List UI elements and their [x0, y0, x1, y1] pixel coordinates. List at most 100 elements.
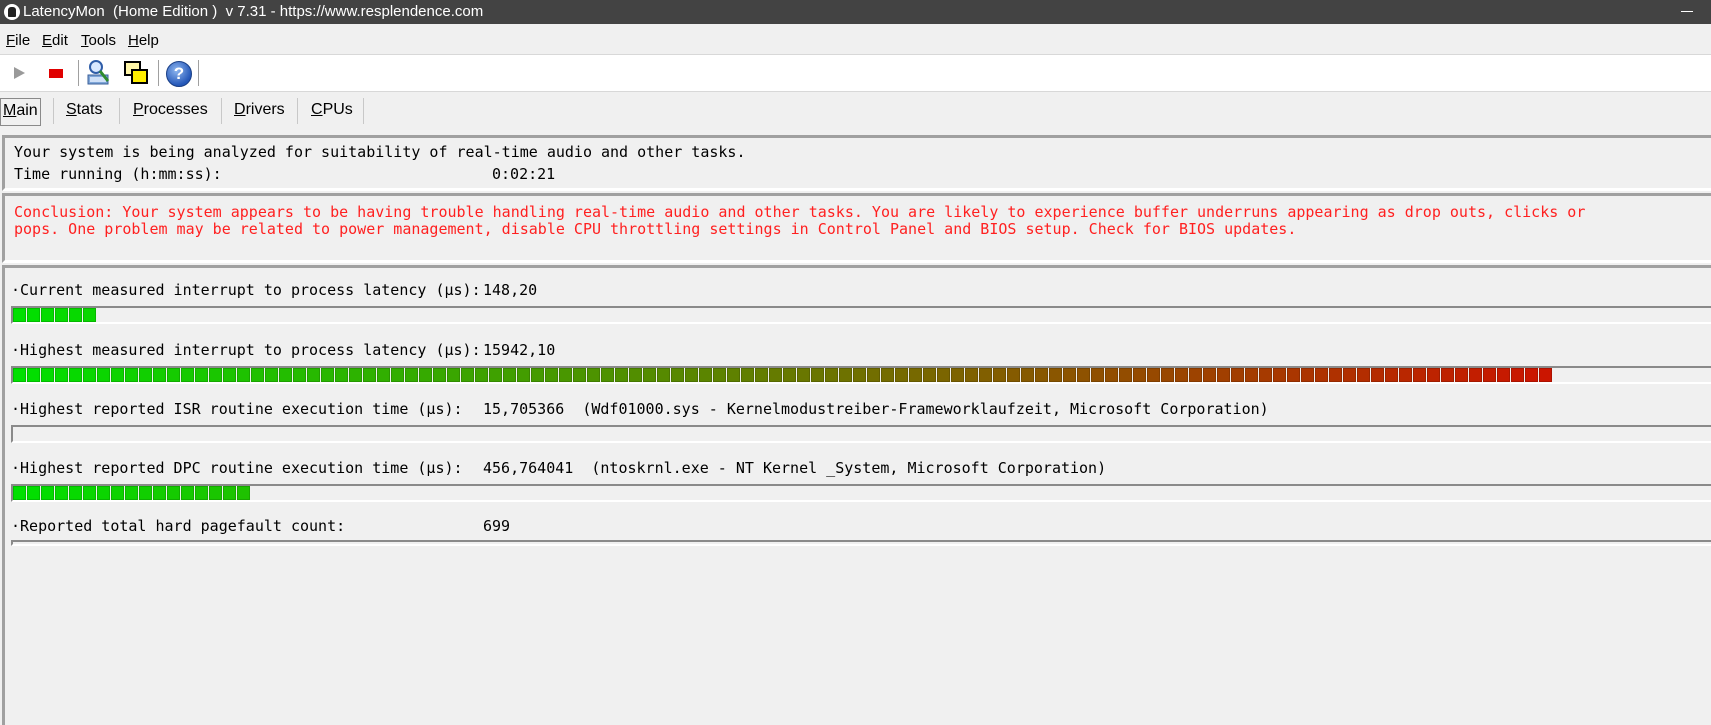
bar-segment — [41, 308, 54, 322]
bar-segment — [1147, 368, 1160, 382]
bar-segment — [685, 368, 698, 382]
conclusion-line: Conclusion: Your system appears to be ha… — [14, 203, 1586, 221]
play-icon[interactable] — [14, 67, 25, 79]
windows-icon[interactable] — [122, 59, 150, 87]
help-icon[interactable]: ? — [166, 61, 192, 87]
bar-segment — [909, 368, 922, 382]
bar-segment — [895, 368, 908, 382]
tab-drivers[interactable]: Drivers — [234, 98, 285, 124]
bar-segment — [321, 368, 334, 382]
bar-segment — [55, 486, 68, 500]
bar-segment — [1483, 368, 1496, 382]
bar-segment — [1091, 368, 1104, 382]
toolbar-separator — [78, 60, 82, 86]
bar-segment — [83, 486, 96, 500]
bar-segment — [111, 486, 124, 500]
tab-separator — [119, 98, 120, 124]
bar-segment — [69, 368, 82, 382]
bar-segment — [223, 486, 236, 500]
menu-tools[interactable]: Tools — [81, 32, 116, 49]
bar-segment — [27, 368, 40, 382]
bar-segment — [13, 486, 26, 500]
bar-segment — [195, 486, 208, 500]
pagefault-count-value: 699 — [483, 517, 511, 535]
bar-segment — [629, 368, 642, 382]
time-running-value: 0:02:21 — [492, 165, 556, 183]
bar-segment — [1301, 368, 1314, 382]
bar-segment — [1077, 368, 1090, 382]
analyze-icon[interactable] — [86, 59, 114, 87]
conclusion-text: Conclusion: Your system appears to be ha… — [14, 204, 1711, 238]
bar-segment — [111, 368, 124, 382]
dpc-execution-value: 456,764041 (ntoskrnl.exe - NT Kernel _Sy… — [483, 459, 1107, 477]
minimize-icon[interactable] — [1681, 11, 1693, 12]
bar-segment — [55, 368, 68, 382]
tab-separator — [363, 98, 364, 124]
bar-segment — [97, 368, 110, 382]
bar-segment — [1203, 368, 1216, 382]
bar-segment — [13, 308, 26, 322]
bar-segment — [657, 368, 670, 382]
analysis-status-text: Your system is being analyzed for suitab… — [14, 143, 746, 161]
bar-segment — [363, 368, 376, 382]
dpc-execution-label: ·Highest reported DPC routine execution … — [11, 459, 463, 477]
stop-icon[interactable] — [49, 69, 63, 78]
window-title: LatencyMon (Home Edition ) v 7.31 - http… — [23, 3, 484, 20]
bar-segment — [41, 368, 54, 382]
bar-segment — [1063, 368, 1076, 382]
bar-segment — [237, 486, 250, 500]
bar-segment — [447, 368, 460, 382]
conclusion-panel: Conclusion: Your system appears to be ha… — [2, 193, 1711, 263]
tab-processes[interactable]: Processes — [133, 98, 208, 124]
tab-stats[interactable]: Stats — [66, 98, 102, 124]
current-latency-label: ·Current measured interrupt to process l… — [11, 281, 481, 299]
bar-segment — [1217, 368, 1230, 382]
menu-file[interactable]: File — [6, 32, 30, 49]
bar-segment — [853, 368, 866, 382]
bar-segment — [783, 368, 796, 382]
bar-segment — [811, 368, 824, 382]
tab-separator — [297, 98, 298, 124]
bar-segment — [83, 308, 96, 322]
current-latency-bar — [11, 306, 1711, 324]
tab-main[interactable]: Main — [0, 98, 41, 126]
pagefault-count-bar — [11, 540, 1711, 546]
tab-bar: Main Stats Processes Drivers CPUs — [0, 94, 1711, 128]
bar-segment — [307, 368, 320, 382]
bar-segment — [125, 486, 138, 500]
bar-segment — [1245, 368, 1258, 382]
bar-segment — [1497, 368, 1510, 382]
bar-segment — [223, 368, 236, 382]
bar-segment — [951, 368, 964, 382]
bar-segment — [1455, 368, 1468, 382]
current-latency-value: 148,20 — [483, 281, 538, 299]
bar-segment — [41, 486, 54, 500]
bar-segment — [1539, 368, 1552, 382]
bar-segment — [1287, 368, 1300, 382]
bar-segment — [377, 368, 390, 382]
bar-segment — [349, 368, 362, 382]
bar-segment — [405, 368, 418, 382]
bar-segment — [181, 368, 194, 382]
bar-segment — [83, 368, 96, 382]
bar-segment — [587, 368, 600, 382]
tab-cpus[interactable]: CPUs — [311, 98, 353, 124]
bar-segment — [1357, 368, 1370, 382]
menu-edit[interactable]: Edit — [42, 32, 68, 49]
bar-segment — [937, 368, 950, 382]
bar-segment — [713, 368, 726, 382]
bar-segment — [867, 368, 880, 382]
menu-help[interactable]: Help — [128, 32, 159, 49]
bar-segment — [1161, 368, 1174, 382]
bar-segment — [195, 368, 208, 382]
bar-segment — [13, 368, 26, 382]
bar-segment — [27, 308, 40, 322]
bar-segment — [1021, 368, 1034, 382]
tab-separator — [53, 98, 54, 124]
status-panel: Your system is being analyzed for suitab… — [2, 135, 1711, 191]
bar-segment — [825, 368, 838, 382]
bar-segment — [1329, 368, 1342, 382]
bar-segment — [993, 368, 1006, 382]
bar-segment — [601, 368, 614, 382]
bar-segment — [69, 308, 82, 322]
